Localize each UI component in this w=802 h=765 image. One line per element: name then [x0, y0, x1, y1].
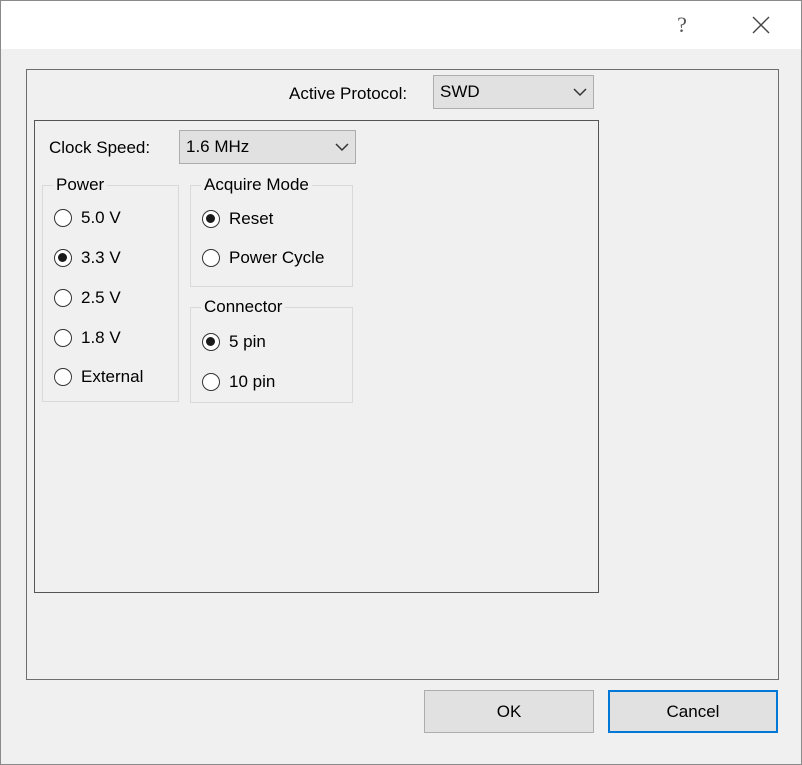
clock-speed-value: 1.6 MHz: [186, 137, 250, 156]
chevron-down-icon: [567, 75, 593, 109]
power-option-external[interactable]: External: [54, 367, 143, 387]
radio-label: External: [81, 367, 144, 386]
radio-label: 10 pin: [229, 372, 276, 391]
help-icon: ?: [677, 12, 687, 37]
radio-button-checked[interactable]: [54, 249, 72, 267]
acquire-mode-group: Acquire Mode Reset Power Cycle: [190, 174, 353, 287]
power-option-5v[interactable]: 5.0 V: [54, 208, 121, 228]
chevron-down-icon: [329, 130, 355, 164]
active-protocol-dropdown[interactable]: SWD: [433, 75, 594, 109]
dialog-window: ? Active Protocol: SWD Clock Speed: 1.6 …: [0, 0, 802, 765]
clock-speed-dropdown[interactable]: 1.6 MHz: [179, 130, 356, 164]
title-bar: ?: [1, 1, 801, 49]
close-icon: [752, 16, 770, 34]
power-group: Power 5.0 V 3.3 V 2.5 V 1.8 V External: [42, 174, 179, 402]
radio-button-checked[interactable]: [202, 333, 220, 351]
settings-panel: Active Protocol: SWD Clock Speed: 1.6 MH…: [26, 69, 779, 680]
connector-option-10pin[interactable]: 10 pin: [202, 372, 275, 392]
power-option-2v5[interactable]: 2.5 V: [54, 288, 121, 308]
radio-button[interactable]: [202, 373, 220, 391]
connector-group: Connector 5 pin 10 pin: [190, 296, 353, 403]
acquire-mode-group-title: Acquire Mode: [201, 174, 312, 196]
connector-group-title: Connector: [201, 296, 286, 318]
radio-label: 5 pin: [229, 332, 266, 351]
cancel-button[interactable]: Cancel: [608, 690, 778, 733]
radio-button[interactable]: [54, 289, 72, 307]
radio-label: 2.5 V: [81, 288, 121, 307]
power-option-1v8[interactable]: 1.8 V: [54, 328, 121, 348]
radio-button-checked[interactable]: [202, 210, 220, 228]
radio-label: 3.3 V: [81, 248, 121, 267]
acquire-option-reset[interactable]: Reset: [202, 209, 273, 229]
help-button[interactable]: ?: [660, 7, 704, 43]
active-protocol-value: SWD: [440, 82, 480, 101]
active-protocol-label: Active Protocol:: [289, 84, 408, 103]
radio-label: Reset: [229, 209, 274, 228]
acquire-option-power-cycle[interactable]: Power Cycle: [202, 248, 324, 268]
radio-button[interactable]: [202, 249, 220, 267]
power-option-3v3[interactable]: 3.3 V: [54, 248, 121, 268]
radio-label: 1.8 V: [81, 328, 121, 347]
protocol-settings-panel: Clock Speed: 1.6 MHz Power 5.0 V 3.3 V 2…: [34, 120, 599, 593]
radio-button[interactable]: [54, 209, 72, 227]
radio-label: 5.0 V: [81, 208, 121, 227]
close-button[interactable]: [739, 7, 783, 43]
connector-option-5pin[interactable]: 5 pin: [202, 332, 266, 352]
power-group-title: Power: [53, 174, 108, 196]
ok-button[interactable]: OK: [424, 690, 594, 733]
radio-button[interactable]: [54, 368, 72, 386]
radio-button[interactable]: [54, 329, 72, 347]
radio-label: Power Cycle: [229, 248, 325, 267]
clock-speed-label: Clock Speed:: [49, 138, 151, 157]
